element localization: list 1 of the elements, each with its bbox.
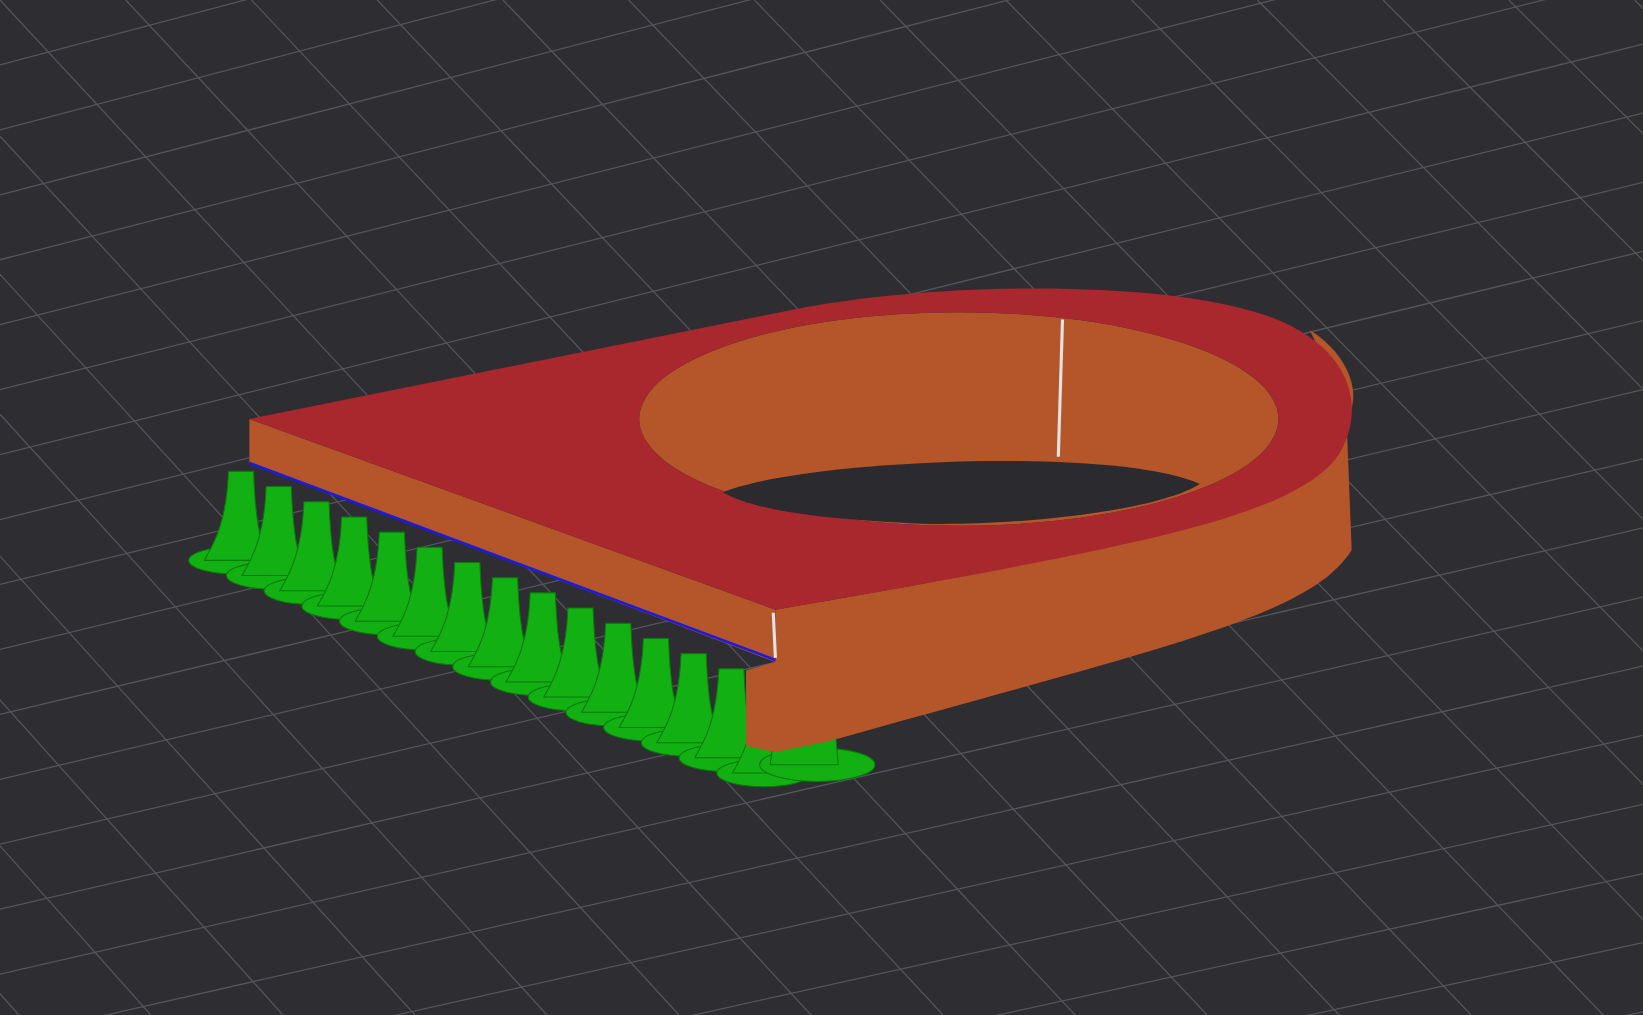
3d-viewport[interactable]	[0, 0, 1643, 1015]
